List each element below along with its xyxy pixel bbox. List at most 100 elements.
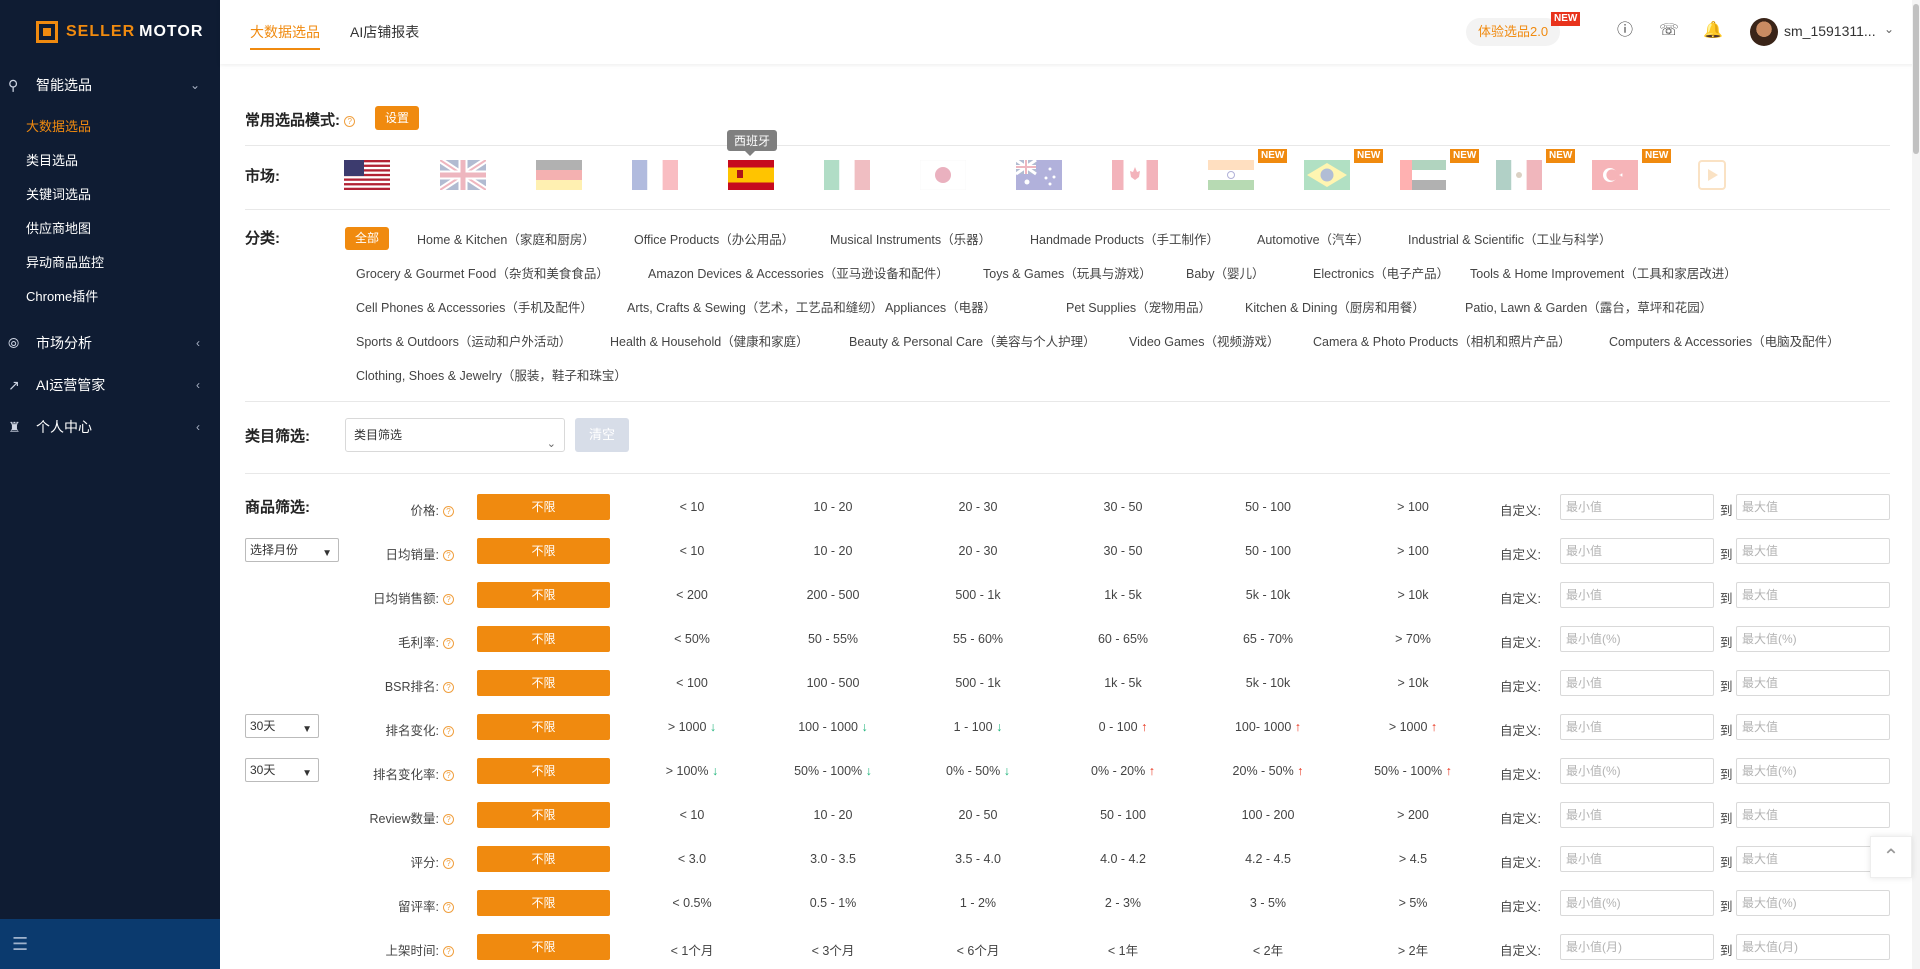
menu-group-personal-center[interactable]: ♜ 个人中心 ‹	[0, 406, 220, 448]
max-value-input[interactable]: 最大值(%)	[1736, 758, 1890, 784]
max-value-input[interactable]: 最大值	[1736, 494, 1890, 520]
filter-option[interactable]: 50 - 100	[1063, 808, 1183, 822]
category-item[interactable]: Office Products（办公用品）	[634, 229, 794, 248]
filter-option[interactable]: > 200	[1353, 808, 1473, 822]
filter-option[interactable]: < 0.5%	[632, 896, 752, 910]
tr-flag[interactable]	[1592, 160, 1638, 190]
menu-group-ai-ops[interactable]: ↗ AI运营管家 ‹	[0, 364, 220, 406]
category-item[interactable]: Arts, Crafts & Sewing（艺术，工艺品和缝纫）	[627, 297, 883, 316]
filter-option[interactable]: 3.0 - 3.5	[773, 852, 893, 866]
filter-option[interactable]: 50 - 55%	[773, 632, 893, 646]
menu-group-market-analysis[interactable]: ⦾ 市场分析 ‹	[0, 322, 220, 364]
filter-option[interactable]: 0% - 50% ↓	[918, 764, 1038, 778]
menu-group-smart-selection[interactable]: ⚲ 智能选品 ⌄	[0, 64, 220, 106]
filter-option[interactable]: 2 - 3%	[1063, 896, 1183, 910]
min-value-input[interactable]: 最小值	[1560, 582, 1714, 608]
help-icon[interactable]: ?	[443, 638, 454, 650]
filter-option[interactable]: < 10	[632, 500, 752, 514]
category-item[interactable]: Toys & Games（玩具与游戏）	[983, 263, 1152, 282]
category-item[interactable]: Computers & Accessories（电脑及配件）	[1609, 331, 1840, 350]
help-icon[interactable]: ?	[443, 682, 454, 694]
no-limit-button[interactable]: 不限	[477, 758, 610, 784]
in-flag[interactable]	[1208, 160, 1254, 190]
filter-option[interactable]: 0% - 20% ↑	[1063, 764, 1183, 778]
no-limit-button[interactable]: 不限	[477, 890, 610, 916]
min-value-input[interactable]: 最小值	[1560, 802, 1714, 828]
min-value-input[interactable]: 最小值	[1560, 494, 1714, 520]
filter-option[interactable]: 20 - 30	[918, 544, 1038, 558]
category-item[interactable]: Sports & Outdoors（运动和户外活动）	[356, 331, 571, 350]
min-value-input[interactable]: 最小值(%)	[1560, 626, 1714, 652]
filter-option[interactable]: 3.5 - 4.0	[918, 852, 1038, 866]
mx-flag[interactable]	[1496, 160, 1542, 190]
filter-option[interactable]: > 100	[1353, 500, 1473, 514]
ca-flag[interactable]	[1112, 160, 1158, 190]
subitem-category[interactable]: 类目选品	[0, 144, 220, 178]
avatar[interactable]	[1750, 18, 1778, 46]
category-item[interactable]: Patio, Lawn & Garden（露台，草坪和花园）	[1465, 297, 1712, 316]
category-item[interactable]: Camera & Photo Products（相机和照片产品）	[1313, 331, 1571, 350]
no-limit-button[interactable]: 不限	[477, 582, 610, 608]
min-value-input[interactable]: 最小值(月)	[1560, 934, 1714, 960]
filter-option[interactable]: 100 - 500	[773, 676, 893, 690]
help-icon[interactable]: ?	[443, 726, 454, 738]
filter-option[interactable]: > 1000 ↑	[1353, 720, 1473, 734]
max-value-input[interactable]: 最大值	[1736, 846, 1890, 872]
category-item[interactable]: Clothing, Shoes & Jewelry（服装，鞋子和珠宝）	[356, 365, 627, 384]
filter-option[interactable]: < 100	[632, 676, 752, 690]
filter-option[interactable]: 50% - 100% ↑	[1353, 764, 1473, 778]
headset-icon[interactable]: ☏	[1658, 20, 1680, 42]
category-item[interactable]: Grocery & Gourmet Food（杂货和美食食品）	[356, 263, 609, 282]
filter-option[interactable]: < 50%	[632, 632, 752, 646]
filter-option[interactable]: 4.2 - 4.5	[1208, 852, 1328, 866]
category-item[interactable]: Home & Kitchen（家庭和厨房）	[417, 229, 595, 248]
chevron-down-icon[interactable]: ⌄	[1884, 22, 1894, 36]
filter-option[interactable]: 20% - 50% ↑	[1208, 764, 1328, 778]
help-icon[interactable]: ?	[443, 550, 454, 562]
filter-option[interactable]: < 3.0	[632, 852, 752, 866]
filter-option[interactable]: < 6个月	[918, 940, 1038, 959]
no-limit-button[interactable]: 不限	[477, 538, 610, 564]
filter-option[interactable]: 50 - 100	[1208, 544, 1328, 558]
category-item[interactable]: Tools & Home Improvement（工具和家居改进）	[1470, 263, 1737, 282]
filter-option[interactable]: 5k - 10k	[1208, 676, 1328, 690]
subitem-anomaly-monitor[interactable]: 异动商品监控	[0, 246, 220, 280]
category-filter-select[interactable]: 类目筛选 ⌄	[345, 418, 565, 452]
uk-flag[interactable]	[440, 160, 486, 190]
no-limit-button[interactable]: 不限	[477, 934, 610, 960]
filter-option[interactable]: 1 - 100 ↓	[918, 720, 1038, 734]
filter-option[interactable]: 20 - 30	[918, 500, 1038, 514]
filter-option[interactable]: > 1000 ↓	[632, 720, 752, 734]
video-icon[interactable]	[1688, 160, 1734, 190]
filter-option[interactable]: < 1个月	[632, 940, 752, 959]
no-limit-button[interactable]: 不限	[477, 802, 610, 828]
min-value-input[interactable]: 最小值	[1560, 714, 1714, 740]
max-value-input[interactable]: 最大值(月)	[1736, 934, 1890, 960]
no-limit-button[interactable]: 不限	[477, 670, 610, 696]
max-value-input[interactable]: 最大值	[1736, 802, 1890, 828]
category-item[interactable]: Cell Phones & Accessories（手机及配件）	[356, 297, 593, 316]
filter-option[interactable]: 30 - 50	[1063, 500, 1183, 514]
subitem-keyword[interactable]: 关键词选品	[0, 178, 220, 212]
clear-button[interactable]: 清空	[575, 418, 629, 452]
filter-option[interactable]: < 10	[632, 808, 752, 822]
max-value-input[interactable]: 最大值(%)	[1736, 890, 1890, 916]
filter-option[interactable]: 0.5 - 1%	[773, 896, 893, 910]
min-value-input[interactable]: 最小值	[1560, 846, 1714, 872]
category-item[interactable]: Industrial & Scientific（工业与科学）	[1408, 229, 1612, 248]
min-value-input[interactable]: 最小值(%)	[1560, 890, 1714, 916]
category-item[interactable]: Kitchen & Dining（厨房和用餐）	[1245, 297, 1425, 316]
us-flag[interactable]	[344, 160, 390, 190]
max-value-input[interactable]: 最大值	[1736, 538, 1890, 564]
max-value-input[interactable]: 最大值	[1736, 582, 1890, 608]
min-value-input[interactable]: 最小值	[1560, 538, 1714, 564]
filter-option[interactable]: > 100	[1353, 544, 1473, 558]
username[interactable]: sm_1591311...	[1784, 23, 1876, 39]
help-icon[interactable]: ?	[443, 946, 454, 958]
trial-selection-button[interactable]: 体验选品2.0	[1466, 18, 1561, 46]
collapse-sidebar-button[interactable]: ☰	[0, 919, 220, 969]
no-limit-button[interactable]: 不限	[477, 714, 610, 740]
filter-option[interactable]: > 100% ↓	[632, 764, 752, 778]
help-icon[interactable]: ?	[443, 814, 454, 826]
category-item[interactable]: Automotive（汽车）	[1257, 229, 1370, 248]
